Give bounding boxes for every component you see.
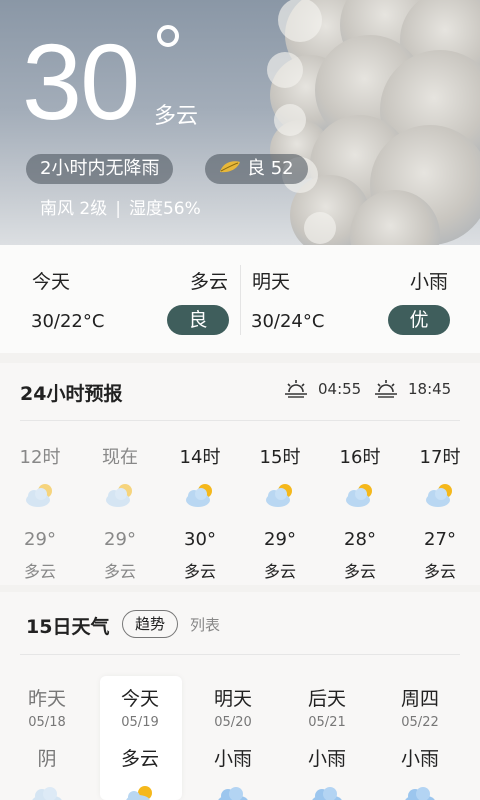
day-date: 05/21: [308, 715, 346, 730]
wind-humidity-line: 南风 2级 | 湿度56%: [40, 194, 201, 219]
air-quality-pill[interactable]: 良 52: [205, 154, 308, 184]
partly-cloudy-icon: [93, 785, 187, 800]
tomorrow-aqi-badge: 优: [388, 305, 450, 335]
wind-text: 南风 2级: [40, 199, 108, 219]
day-name: 明天: [213, 688, 252, 710]
current-temperature: 30: [22, 21, 140, 142]
day-column[interactable]: 昨天 05/18 阴: [0, 684, 94, 800]
current-condition: 多云: [154, 104, 199, 129]
tomorrow-condition: 小雨: [410, 271, 449, 293]
divider: [20, 420, 460, 421]
hour-time: 12时: [19, 447, 61, 468]
day-name: 后天: [307, 688, 346, 710]
hour-column: 17时 27° 多云: [400, 443, 480, 582]
hour-condition: 多云: [183, 562, 216, 581]
hourly-title: 24小时预报: [20, 383, 123, 405]
day-column[interactable]: 周四 05/22 小雨: [373, 684, 467, 800]
cloud-icon: [0, 785, 94, 800]
tomorrow-summary[interactable]: 明天 小雨 30/24°C 优: [240, 245, 480, 353]
humidity-text: 湿度56%: [128, 199, 201, 219]
hour-condition: 多云: [423, 562, 456, 581]
today-label: 今天: [32, 271, 71, 293]
tab-list[interactable]: 列表: [190, 614, 220, 635]
day-date: 05/22: [401, 715, 439, 730]
aqi-label: 良: [247, 158, 265, 179]
hour-time: 16时: [339, 447, 381, 468]
hour-condition: 多云: [343, 562, 376, 581]
day-condition: 小雨: [400, 748, 439, 770]
hour-condition: 多云: [263, 562, 296, 581]
divider: [20, 654, 460, 655]
partly-cloudy-icon: [160, 481, 240, 521]
sunset-time: 18:45: [408, 380, 452, 398]
weather-hero: 30 多云 2小时内无降雨 良 52 南风 2级 | 湿度56%: [0, 0, 480, 245]
day-column[interactable]: 明天 05/20 小雨: [186, 684, 280, 800]
aqi-value: 52: [270, 158, 294, 179]
rain-cloud-icon: [373, 785, 467, 800]
sunset-icon: [375, 380, 397, 398]
hour-column: 15时 29° 多云: [240, 443, 320, 582]
daily-title: 15日天气: [26, 616, 110, 638]
day-name: 昨天: [27, 688, 66, 710]
tab-trend[interactable]: 趋势: [122, 610, 179, 638]
day-name: 周四: [400, 688, 439, 710]
today-temp-range: 30/22°C: [31, 311, 105, 332]
day-column[interactable]: 今天 05/19 多云: [93, 684, 187, 800]
day-date: 05/20: [214, 715, 252, 730]
day-condition: 小雨: [213, 748, 252, 770]
partly-cloudy-icon: [0, 481, 80, 521]
day-column[interactable]: 后天 05/21 小雨: [280, 684, 374, 800]
day-name: 今天: [120, 688, 159, 710]
day-date: 05/19: [121, 715, 159, 730]
sunset-info: 18:45: [374, 379, 451, 399]
hour-temp: 29°: [104, 529, 136, 550]
partly-cloudy-icon: [320, 481, 400, 521]
rain-notice-text: 2小时内无降雨: [40, 158, 160, 179]
today-condition: 多云: [190, 271, 229, 293]
partly-cloudy-icon: [240, 481, 320, 521]
hour-temp: 29°: [24, 529, 56, 550]
hour-column: 16时 28° 多云: [320, 443, 400, 582]
today-tomorrow-card: 今天 多云 30/22°C 良 明天 小雨 30/24°C 优: [0, 245, 480, 353]
day-condition: 小雨: [307, 748, 346, 770]
partly-cloudy-icon: [80, 481, 160, 521]
rain-forecast-pill[interactable]: 2小时内无降雨: [26, 154, 174, 184]
hour-time: 现在: [102, 447, 138, 468]
sunrise-time: 04:55: [318, 380, 362, 398]
hour-condition: 多云: [103, 562, 136, 581]
hour-time: 15时: [259, 447, 301, 468]
tomorrow-label: 明天: [252, 271, 291, 293]
day-date: 05/18: [28, 715, 66, 730]
hour-time: 14时: [179, 447, 221, 468]
today-aqi-badge: 良: [167, 305, 229, 335]
sunrise-info: 04:55: [284, 379, 361, 399]
hour-temp: 29°: [264, 529, 296, 550]
partly-cloudy-icon: [400, 481, 480, 521]
separator: |: [115, 199, 121, 219]
tomorrow-temp-range: 30/24°C: [251, 311, 325, 332]
hour-temp: 28°: [344, 529, 376, 550]
hour-condition: 多云: [23, 562, 56, 581]
hour-time: 17时: [419, 447, 461, 468]
rain-cloud-icon: [186, 785, 280, 800]
hour-column: 12时 29° 多云: [0, 443, 80, 582]
day-condition: 多云: [120, 748, 159, 770]
today-summary[interactable]: 今天 多云 30/22°C 良: [0, 245, 240, 353]
rain-cloud-icon: [280, 785, 374, 800]
day-condition: 阴: [37, 748, 57, 770]
hourly-forecast-section: 24小时预报 04:55 18:45 12时 29° 多云 现在 29° 多云 …: [0, 363, 480, 585]
leaf-icon: [219, 154, 241, 184]
hour-column: 14时 30° 多云: [160, 443, 240, 582]
hour-temp: 30°: [184, 529, 216, 550]
degree-symbol: [157, 25, 179, 47]
hour-temp: 27°: [424, 529, 456, 550]
sunrise-icon: [285, 380, 307, 398]
hour-column: 现在 29° 多云: [80, 443, 160, 582]
